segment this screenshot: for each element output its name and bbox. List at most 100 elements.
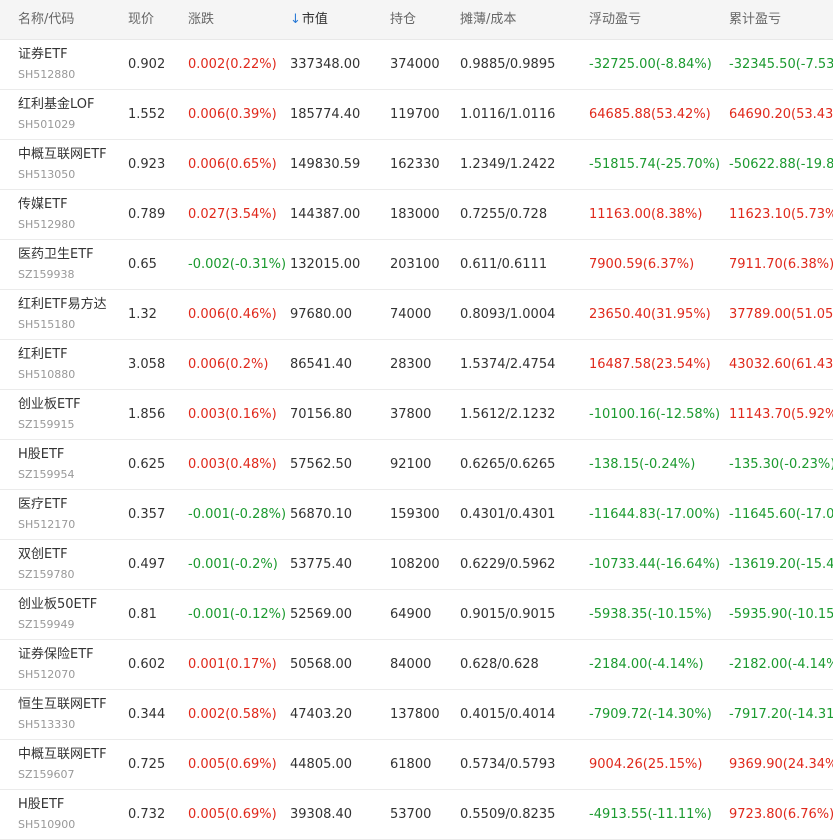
float-pl-cell: -4913.55(-11.11%) [589,806,712,822]
table-row[interactable]: 恒生互联网ETF SH513330 0.344 0.002(0.58%) 47403.2… [0,689,833,739]
total-pl-cell: 9369.90(24.34%) [729,756,833,772]
name-code-cell[interactable]: 双创ETF SZ159780 [0,539,128,589]
total-pl-cell: -2182.00(-4.14%) [729,656,833,672]
price-cell: 0.344 [128,706,166,722]
name-code-cell[interactable]: 医药卫生ETF SZ159938 [0,239,128,289]
header-float-pl[interactable]: 浮动盈亏 [589,0,729,40]
name-code-cell[interactable]: 证券ETF SH512880 [0,39,128,89]
fund-code: SZ159780 [18,567,75,581]
market-value-cell: 70156.80 [290,406,353,422]
market-value-cell: 185774.40 [290,106,361,122]
header-position[interactable]: 持仓 [390,0,460,40]
price-cell: 0.923 [128,156,166,172]
fund-name[interactable]: 医药卫生ETF [18,246,128,264]
header-market-value[interactable]: ↓市值 [290,0,390,40]
position-cell: 61800 [390,756,432,772]
fund-name[interactable]: 证券保险ETF [18,646,128,664]
fund-name[interactable]: 中概互联网ETF [18,746,128,764]
fund-name[interactable]: 中概互联网ETF [18,146,128,164]
position-cell: 92100 [390,456,432,472]
fund-code: SH512170 [18,517,76,531]
price-cell: 0.625 [128,456,166,472]
header-cost[interactable]: 摊薄/成本 [460,0,589,40]
fund-name[interactable]: 红利ETF [18,346,128,364]
name-code-cell[interactable]: 红利基金LOF SH501029 [0,89,128,139]
table-row[interactable]: 证券保险ETF SH512070 0.602 0.001(0.17%) 50568.00… [0,639,833,689]
name-code-cell[interactable]: 红利ETF SH510880 [0,339,128,389]
table-row[interactable]: 中概互联网ETF SZ159607 0.725 0.005(0.69%) 44805.0… [0,739,833,789]
name-code-cell[interactable]: H股ETF SZ159954 [0,439,128,489]
fund-name[interactable]: 创业板50ETF [18,596,128,614]
fund-code: SZ159915 [18,417,75,431]
fund-name[interactable]: 证券ETF [18,46,128,64]
fund-name[interactable]: 双创ETF [18,546,128,564]
market-value-cell: 57562.50 [290,456,353,472]
float-pl-cell: -10733.44(-16.64%) [589,556,721,572]
total-pl-cell: -7917.20(-14.31%) [729,706,833,722]
name-code-cell[interactable]: 中概互联网ETF SH513050 [0,139,128,189]
fund-name[interactable]: 恒生互联网ETF [18,696,128,714]
change-cell: 0.027(3.54%) [188,206,277,222]
price-cell: 0.65 [128,256,157,272]
table-row[interactable]: H股ETF SZ159954 0.625 0.003(0.48%) 57562.50 92… [0,439,833,489]
name-code-cell[interactable]: H股ETF SH510900 [0,789,128,839]
name-code-cell[interactable]: 证券保险ETF SH512070 [0,639,128,689]
table-row[interactable]: H股ETF SH510900 0.732 0.005(0.69%) 39308.40 53… [0,789,833,839]
cost-cell: 0.628/0.628 [460,656,539,672]
float-pl-cell: 7900.59(6.37%) [589,256,695,272]
table-row[interactable]: 创业板ETF SZ159915 1.856 0.003(0.16%) 70156.80 3… [0,389,833,439]
header-change[interactable]: 涨跌 [188,0,290,40]
table-row[interactable]: 红利基金LOF SH501029 1.552 0.006(0.39%) 185774.4… [0,89,833,139]
name-code-cell[interactable]: 红利ETF易方达 SH515180 [0,289,128,339]
price-cell: 0.725 [128,756,166,772]
fund-name[interactable]: 红利基金LOF [18,96,128,114]
fund-code: SZ159938 [18,267,75,281]
total-pl-cell: 9723.80(6.76%) [729,806,833,822]
fund-name[interactable]: 红利ETF易方达 [18,296,128,314]
header-total-pl[interactable]: 累计盈亏 [729,0,833,40]
position-cell: 183000 [390,206,440,222]
change-cell: 0.005(0.69%) [188,806,277,822]
table-row[interactable]: 传媒ETF SH512980 0.789 0.027(3.54%) 144387.00 1… [0,189,833,239]
name-code-cell[interactable]: 创业板ETF SZ159915 [0,389,128,439]
fund-name[interactable]: H股ETF [18,446,128,464]
arrow-down-icon: ↓ [290,12,301,28]
market-value-cell: 337348.00 [290,56,361,72]
fund-code: SZ159949 [18,617,75,631]
float-pl-cell: -51815.74(-25.70%) [589,156,721,172]
table-row[interactable]: 证券ETF SH512880 0.902 0.002(0.22%) 337348.00 3… [0,39,833,89]
change-cell: 0.003(0.48%) [188,456,277,472]
fund-name[interactable]: 医疗ETF [18,496,128,514]
name-code-cell[interactable]: 恒生互联网ETF SH513330 [0,689,128,739]
float-pl-cell: -32725.00(-8.84%) [589,56,712,72]
name-code-cell[interactable]: 传媒ETF SH512980 [0,189,128,239]
float-pl-cell: 16487.58(23.54%) [589,356,711,372]
table-header-row: 名称/代码 现价 涨跌 ↓市值 持仓 摊薄/成本 浮动盈亏 累计盈亏 [0,0,833,40]
cost-cell: 0.7255/0.728 [460,206,548,222]
float-pl-cell: 9004.26(25.15%) [589,756,703,772]
change-cell: 0.006(0.65%) [188,156,277,172]
fund-name[interactable]: 传媒ETF [18,196,128,214]
table-row[interactable]: 中概互联网ETF SH513050 0.923 0.006(0.65%) 149830.… [0,139,833,189]
table-row[interactable]: 红利ETF易方达 SH515180 1.32 0.006(0.46%) 97680.00… [0,289,833,339]
cost-cell: 0.4015/0.4014 [460,706,556,722]
total-pl-cell: -32345.50(-7.53%) [729,56,833,72]
position-cell: 28300 [390,356,432,372]
header-price[interactable]: 现价 [128,0,188,40]
fund-name[interactable]: 创业板ETF [18,396,128,414]
name-code-cell[interactable]: 创业板50ETF SZ159949 [0,589,128,639]
name-code-cell[interactable]: 中概互联网ETF SZ159607 [0,739,128,789]
fund-name[interactable]: H股ETF [18,796,128,814]
name-code-cell[interactable]: 医疗ETF SH512170 [0,489,128,539]
price-cell: 3.058 [128,356,166,372]
table-row[interactable]: 创业板50ETF SZ159949 0.81 -0.001(-0.12%) 52569.… [0,589,833,639]
table-row[interactable]: 红利ETF SH510880 3.058 0.006(0.2%) 86541.40 283… [0,339,833,389]
total-pl-cell: -5935.90(-10.15%) [729,606,833,622]
table-row[interactable]: 医药卫生ETF SZ159938 0.65 -0.002(-0.31%) 132015.… [0,239,833,289]
header-name-code[interactable]: 名称/代码 [0,0,128,40]
table-row[interactable]: 医疗ETF SH512170 0.357 -0.001(-0.28%) 56870.10… [0,489,833,539]
price-cell: 0.81 [128,606,157,622]
price-cell: 0.357 [128,506,166,522]
table-row[interactable]: 双创ETF SZ159780 0.497 -0.001(-0.2%) 53775.40 1… [0,539,833,589]
change-cell: 0.006(0.2%) [188,356,269,372]
